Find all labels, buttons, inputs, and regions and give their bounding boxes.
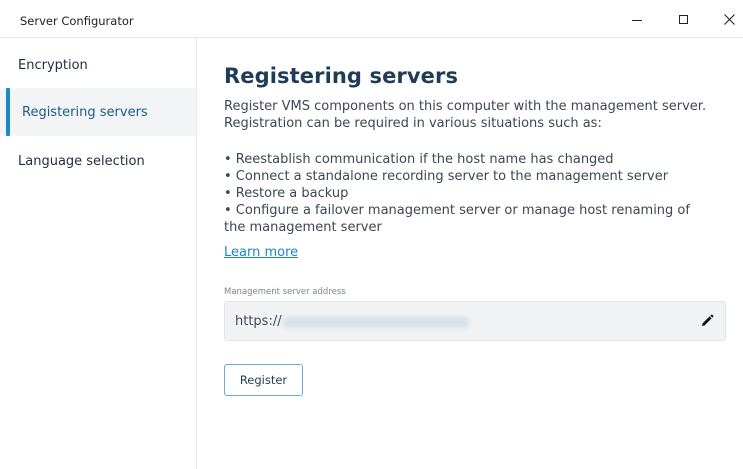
close-button[interactable] [706, 0, 743, 38]
list-item: • Configure a failover management server… [224, 203, 690, 235]
sidebar-item-registering-servers[interactable]: Registering servers [0, 88, 196, 136]
sidebar-item-encryption[interactable]: Encryption [0, 41, 196, 89]
minimize-button[interactable] [614, 0, 660, 38]
minimize-icon [632, 20, 642, 21]
sidebar-item-label: Registering servers [22, 104, 148, 120]
management-server-address-field[interactable]: https:// [224, 301, 726, 341]
window-title: Server Configurator [20, 14, 134, 28]
close-icon [723, 13, 735, 25]
pencil-icon[interactable] [699, 313, 715, 329]
redacted-address [283, 317, 469, 328]
register-button[interactable]: Register [224, 364, 303, 396]
sidebar-item-label: Encryption [18, 57, 88, 73]
bullet-list: • Reestablish communication if the host … [224, 151, 714, 236]
address-value: https:// [235, 314, 282, 329]
learn-more-link[interactable]: Learn more [224, 245, 298, 260]
title-bar: Server Configurator [0, 0, 743, 38]
list-item: • Restore a backup [224, 186, 349, 201]
page-title: Registering servers [224, 64, 459, 88]
sidebar-item-label: Language selection [18, 153, 145, 169]
list-item: • Connect a standalone recording server … [224, 169, 669, 184]
sidebar: Encryption Registering servers Language … [0, 38, 197, 469]
sidebar-item-language-selection[interactable]: Language selection [0, 137, 196, 185]
address-field-label: Management server address [224, 287, 346, 297]
maximize-button[interactable] [660, 0, 706, 38]
maximize-icon [678, 14, 688, 24]
intro-text: Register VMS components on this computer… [224, 99, 707, 131]
list-item: • Reestablish communication if the host … [224, 152, 614, 167]
